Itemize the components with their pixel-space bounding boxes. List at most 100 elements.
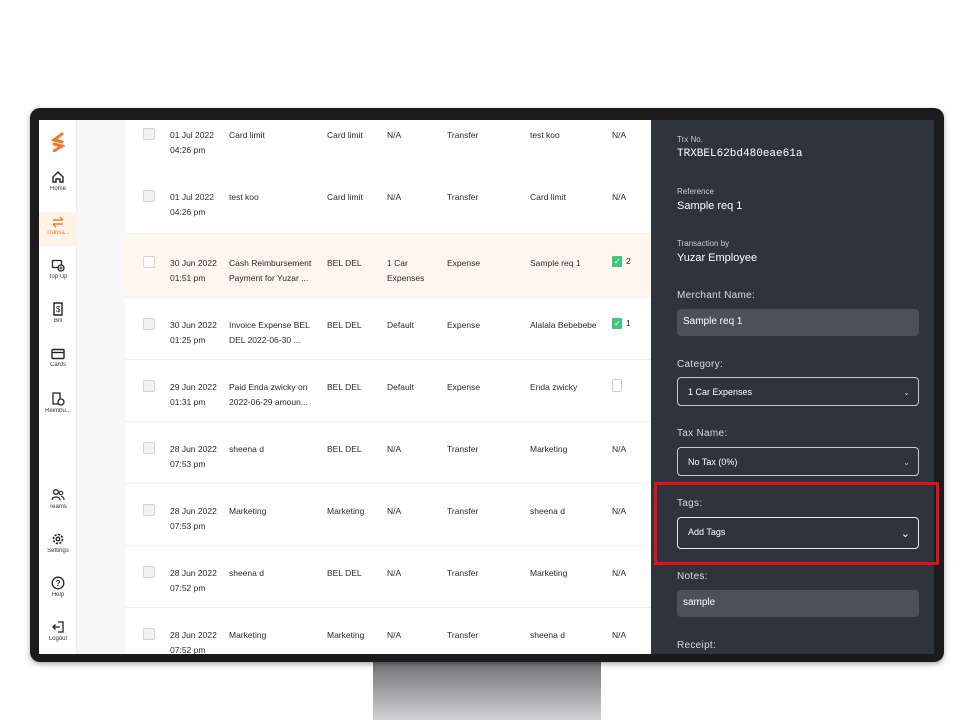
row-reference: Enda zwicky — [530, 382, 578, 392]
table-row-selected[interactable]: 30 Jun 2022 01:51 pm Cash Reimbursement P… — [125, 234, 651, 298]
row-checkbox[interactable] — [143, 318, 155, 330]
row-checkbox[interactable] — [143, 628, 155, 640]
merchant-name-field[interactable]: Sample req 1 — [677, 309, 919, 336]
row-vendor: BEL DEL — [327, 382, 362, 392]
table-row[interactable]: 28 Jun 2022 07:53 pm sheena d BEL DEL N/A… — [125, 422, 651, 484]
sidebar-item-transactions[interactable]: Transa... — [39, 212, 77, 246]
row-checkbox[interactable] — [143, 190, 155, 202]
sidebar-item-logout[interactable]: Logout — [39, 620, 77, 654]
sidebar-label: Cards — [49, 362, 66, 368]
row-receipt: N/A — [612, 444, 627, 454]
table-row[interactable]: 28 Jun 2022 07:53 pm Marketing Marketing … — [125, 484, 651, 546]
category-select-value: 1 Car Expenses — [688, 387, 753, 397]
row-checkbox[interactable] — [143, 128, 155, 140]
row-time: 07:53 pm — [170, 459, 206, 469]
transfer-icon — [52, 216, 64, 228]
logout-icon — [52, 621, 64, 633]
tax-name-select[interactable]: No Tax (0%) ⌄ — [677, 447, 919, 476]
sidebar-item-reimbursement[interactable]: Reimbu... — [39, 392, 77, 426]
row-checkbox[interactable] — [143, 380, 155, 392]
chevron-down-icon: ⌄ — [903, 458, 910, 467]
row-checkbox[interactable] — [143, 256, 155, 268]
row-reference: Card limit — [530, 192, 566, 202]
row-description: Marketing — [229, 506, 267, 516]
row-description: Invoice Expense BEL DEL 2022-06-30 ... — [229, 320, 310, 345]
row-time: 07:53 pm — [170, 521, 206, 531]
row-category: N/A — [387, 130, 402, 140]
notes-label: Notes: — [677, 571, 708, 582]
row-receipt: N/A — [612, 630, 627, 640]
row-reference: Marketing — [530, 444, 568, 454]
table-row[interactable]: 29 Jun 2022 01:31 pm Paid Enda zwicky on … — [125, 360, 651, 422]
row-description: Card limit — [229, 130, 265, 140]
row-reference: Alalala Bebebebe — [530, 320, 597, 330]
bill-icon: $ — [53, 302, 63, 316]
row-category: 1 Car Expenses — [387, 258, 425, 283]
row-type: Expense — [447, 320, 481, 330]
sidebar-item-teams[interactable]: Teams — [39, 488, 77, 522]
merchant-name-label: Merchant Name: — [677, 290, 756, 301]
table-row[interactable]: 01 Jul 2022 04:26 pm test koo Card limit … — [125, 172, 651, 234]
row-checkbox[interactable] — [143, 566, 155, 578]
row-category: N/A — [387, 506, 402, 516]
row-reference: Marketing — [530, 568, 568, 578]
home-icon — [52, 171, 64, 183]
receipt-count: 1 — [626, 318, 631, 329]
table-row[interactable]: 30 Jun 2022 01:25 pm Invoice Expense BEL … — [125, 298, 651, 360]
notes-field[interactable]: sample — [677, 590, 919, 617]
row-description: Paid Enda zwicky on 2022-06-29 amoun... — [229, 382, 308, 407]
monitor-stand — [373, 660, 601, 720]
row-reference: sheena d — [530, 630, 565, 640]
sidebar-item-help[interactable]: ? Help — [39, 576, 77, 610]
row-type: Transfer — [447, 192, 479, 202]
row-category: N/A — [387, 630, 402, 640]
sidebar-item-cards[interactable]: Cards — [39, 348, 77, 382]
reference-value: Sample req 1 — [677, 200, 743, 212]
row-description: sheena d — [229, 444, 264, 454]
tax-select-value: No Tax (0%) — [688, 457, 738, 467]
sidebar-label: Teams — [49, 504, 67, 510]
svg-text:$: $ — [56, 305, 61, 314]
row-description: sheena d — [229, 568, 264, 578]
sidebar-label: Logout — [48, 636, 68, 642]
row-receipt[interactable]: 2 — [612, 254, 648, 269]
row-description: Marketing — [229, 630, 267, 640]
row-vendor: Marketing — [327, 506, 365, 516]
table-row[interactable]: 28 Jun 2022 07:52 pm sheena d BEL DEL N/A… — [125, 546, 651, 608]
sidebar: Home Transa... Top Up $ Bill Cards Reimb… — [39, 120, 77, 654]
row-time: 04:26 pm — [170, 145, 206, 155]
category-select[interactable]: 1 Car Expenses ⌄ — [677, 377, 919, 406]
row-type: Transfer — [447, 568, 479, 578]
row-date: 30 Jun 2022 — [170, 320, 217, 330]
row-receipt: N/A — [612, 506, 627, 516]
row-description: test koo — [229, 192, 259, 202]
row-category: Default — [387, 382, 414, 392]
category-label: Category: — [677, 359, 724, 370]
row-receipt: N/A — [612, 130, 627, 140]
sidebar-label: Top Up — [48, 274, 68, 280]
reference-label: Reference — [677, 187, 714, 196]
row-checkbox[interactable] — [143, 442, 155, 454]
row-date: 30 Jun 2022 — [170, 258, 217, 268]
row-type: Expense — [447, 258, 481, 268]
sidebar-item-home[interactable]: Home — [39, 170, 77, 204]
row-category: N/A — [387, 568, 402, 578]
row-checkbox[interactable] — [143, 504, 155, 516]
row-type: Transfer — [447, 630, 479, 640]
row-type: Transfer — [447, 444, 479, 454]
card-icon — [51, 348, 65, 360]
reimburse-icon — [52, 392, 65, 406]
row-vendor: BEL DEL — [327, 258, 362, 268]
row-receipt[interactable]: 1 — [612, 316, 648, 331]
sidebar-item-bill[interactable]: $ Bill — [39, 302, 77, 336]
sidebar-item-topup[interactable]: Top Up — [39, 258, 77, 292]
row-reference: sheena d — [530, 506, 565, 516]
table-row[interactable]: 28 Jun 2022 07:52 pm Marketing Marketing … — [125, 608, 651, 654]
row-category: N/A — [387, 444, 402, 454]
chevron-down-icon: ⌄ — [903, 388, 910, 397]
brand-logo-icon — [50, 132, 66, 152]
receipt-check-icon — [612, 254, 622, 269]
row-receipt[interactable] — [612, 379, 648, 397]
tax-name-label: Tax Name: — [677, 428, 728, 439]
sidebar-item-settings[interactable]: Settings — [39, 532, 77, 566]
